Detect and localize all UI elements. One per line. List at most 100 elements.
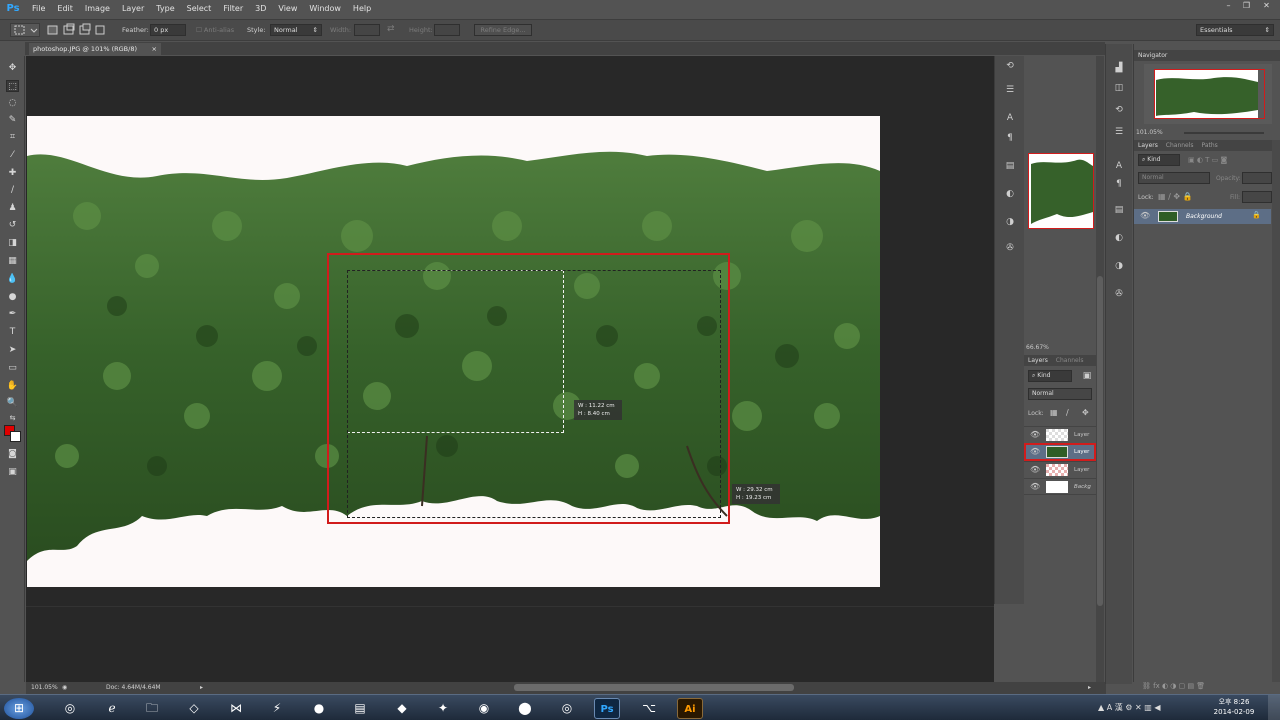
app-icon[interactable]: ⚡ xyxy=(264,698,290,719)
status-zoom[interactable]: 101.05% xyxy=(31,684,58,691)
actions-icon[interactable]: ☰ xyxy=(1112,126,1126,138)
menu-window[interactable]: Window xyxy=(303,0,347,18)
lock-transparency-icon[interactable]: ▦ xyxy=(1050,408,1058,417)
history-brush-icon[interactable]: ↺ xyxy=(6,219,19,231)
app-icon[interactable]: ◆ xyxy=(389,698,415,719)
menu-layer[interactable]: Layer xyxy=(116,0,150,18)
marquee-tool-icon[interactable]: ⬚ xyxy=(6,80,19,92)
swap-icon[interactable]: ⇄ xyxy=(387,24,395,34)
menu-select[interactable]: Select xyxy=(181,0,218,18)
path-select-icon[interactable]: ➤ xyxy=(6,344,19,356)
antialias-checkbox[interactable]: ☐ Anti-alias xyxy=(196,26,234,34)
height-input[interactable] xyxy=(434,24,460,36)
properties-icon[interactable]: ▤ xyxy=(1003,160,1017,172)
type-tool-icon[interactable]: T xyxy=(6,326,19,338)
visibility-eye-icon[interactable]: 👁 xyxy=(1030,447,1040,456)
lasso-tool-icon[interactable]: ◌ xyxy=(6,97,19,109)
lock-icons[interactable]: ▦ ∕ ✥ 🔒 xyxy=(1158,192,1193,201)
tab-layers[interactable]: Layers xyxy=(1028,357,1048,364)
sphere-icon[interactable]: ● xyxy=(306,698,332,719)
selection-mode-buttons[interactable] xyxy=(46,23,106,37)
tab-channels[interactable]: Channels xyxy=(1056,357,1084,364)
character-icon[interactable]: A xyxy=(1112,160,1126,172)
visual-studio-icon[interactable]: ⋈ xyxy=(223,698,249,719)
clone-stamp-icon[interactable]: ♟ xyxy=(6,202,19,214)
paragraph-icon[interactable]: ¶ xyxy=(1112,178,1126,190)
background-layer-row[interactable]: 👁 Background 🔒 xyxy=(1134,209,1271,224)
visibility-eye-icon[interactable]: 👁 xyxy=(1030,465,1040,474)
menu-filter[interactable]: Filter xyxy=(217,0,249,18)
ie-icon[interactable]: ℯ xyxy=(99,698,125,719)
properties-icon[interactable]: ▤ xyxy=(1112,204,1126,216)
visibility-eye-icon[interactable]: 👁 xyxy=(1030,482,1040,491)
opacity-input[interactable] xyxy=(1242,172,1272,184)
eraser-tool-icon[interactable]: ◨ xyxy=(6,237,19,249)
chrome-icon[interactable]: ◎ xyxy=(57,698,83,719)
layer-row[interactable]: 👁 Layer xyxy=(1024,461,1096,478)
menu-edit[interactable]: Edit xyxy=(51,0,79,18)
navigator-icon[interactable]: ◫ xyxy=(1112,82,1126,94)
layer-row[interactable]: 👁 Layer xyxy=(1024,426,1096,443)
close-button[interactable]: ✕ xyxy=(1260,2,1273,10)
menu-type[interactable]: Type xyxy=(150,0,180,18)
blur-tool-icon[interactable]: 💧 xyxy=(6,273,19,285)
layers-scrollbar[interactable] xyxy=(1272,140,1280,682)
photoshop-task-icon[interactable]: Ps xyxy=(594,698,620,719)
lock-paint-icon[interactable]: ∕ xyxy=(1066,408,1069,417)
background-color-swatch[interactable] xyxy=(10,431,21,442)
status-menu-arrow-icon[interactable]: ▸ xyxy=(200,684,203,691)
vertical-scrollbar[interactable] xyxy=(1096,56,1104,682)
horizontal-scrollbar[interactable] xyxy=(514,684,794,691)
notepad-icon[interactable]: ▤ xyxy=(347,698,373,719)
paragraph-icon[interactable]: ¶ xyxy=(1003,132,1017,144)
layer-actions-icons[interactable]: ⛓ fx ◐ ◑ ▢ ▤ 🗑 xyxy=(1142,682,1205,690)
document-tab[interactable]: photoshop.JPG @ 101% (RGB/8) × xyxy=(29,43,161,55)
brush-tool-icon[interactable]: ∕ xyxy=(6,184,19,196)
navigator-preview[interactable] xyxy=(1144,64,1272,124)
explorer-icon[interactable]: 🗀 xyxy=(139,698,165,719)
navigator-zoom-slider[interactable] xyxy=(1184,132,1264,134)
visibility-eye-icon[interactable]: 👁 xyxy=(1140,211,1150,220)
scrollbar-thumb[interactable] xyxy=(1097,276,1103,606)
marquee-preset-picker[interactable] xyxy=(10,23,40,37)
color-icon[interactable]: ◐ xyxy=(1003,188,1017,200)
width-input[interactable] xyxy=(354,24,380,36)
adjust-icon[interactable]: ☰ xyxy=(1003,84,1017,96)
layer-row-selected[interactable]: 👁 Layer xyxy=(1024,443,1096,461)
style-select[interactable]: Normal ⇕ xyxy=(270,24,322,36)
styles-icon[interactable]: ✇ xyxy=(1003,242,1017,254)
swatches-icon[interactable]: ◑ xyxy=(1112,260,1126,272)
filter-image-icon[interactable]: ▣ xyxy=(1080,370,1094,382)
dodge-tool-icon[interactable]: ● xyxy=(6,291,19,303)
eyedropper-tool-icon[interactable]: ⁄ xyxy=(6,149,19,161)
zoom-tool-icon[interactable]: 🔍 xyxy=(6,397,19,409)
tab-layers[interactable]: Layers xyxy=(1138,142,1158,149)
tab-channels[interactable]: Channels xyxy=(1166,142,1194,149)
scroll-right-icon[interactable]: ▸ xyxy=(1088,684,1091,691)
pen-tool-icon[interactable]: ✒ xyxy=(6,308,19,320)
refine-edge-button[interactable]: Refine Edge... xyxy=(474,24,532,36)
tab-paths[interactable]: Paths xyxy=(1201,142,1217,149)
healing-brush-icon[interactable]: ✚ xyxy=(6,167,19,179)
gradient-tool-icon[interactable]: ▦ xyxy=(6,255,19,267)
floating-kind-filter[interactable]: ⌕ Kind xyxy=(1028,370,1072,382)
lock-move-icon[interactable]: ✥ xyxy=(1082,408,1089,417)
history-icon[interactable]: ⟲ xyxy=(1003,60,1017,72)
export-icon[interactable]: ◉ xyxy=(62,684,67,691)
app-icon[interactable]: ◎ xyxy=(554,698,580,719)
quick-mask-icon[interactable]: ◙ xyxy=(6,448,19,460)
character-icon[interactable]: A xyxy=(1003,112,1017,124)
minimize-button[interactable]: – xyxy=(1222,2,1235,10)
unity-icon[interactable]: ◇ xyxy=(181,698,207,719)
menu-image[interactable]: Image xyxy=(79,0,116,18)
navigator-view-box[interactable] xyxy=(1154,69,1265,119)
blender-icon[interactable]: ◉ xyxy=(471,698,497,719)
app-icon[interactable]: ✦ xyxy=(430,698,456,719)
layer-row[interactable]: 👁 Backg xyxy=(1024,478,1096,495)
color-icon[interactable]: ◐ xyxy=(1112,232,1126,244)
crop-tool-icon[interactable]: ⌗ xyxy=(6,131,19,143)
fill-input[interactable] xyxy=(1242,191,1272,203)
navigator-title[interactable]: Navigator xyxy=(1138,52,1167,59)
layer-kind-filter[interactable]: ⌕ Kind xyxy=(1138,154,1180,166)
app-icon[interactable]: ⬤ xyxy=(512,698,538,719)
